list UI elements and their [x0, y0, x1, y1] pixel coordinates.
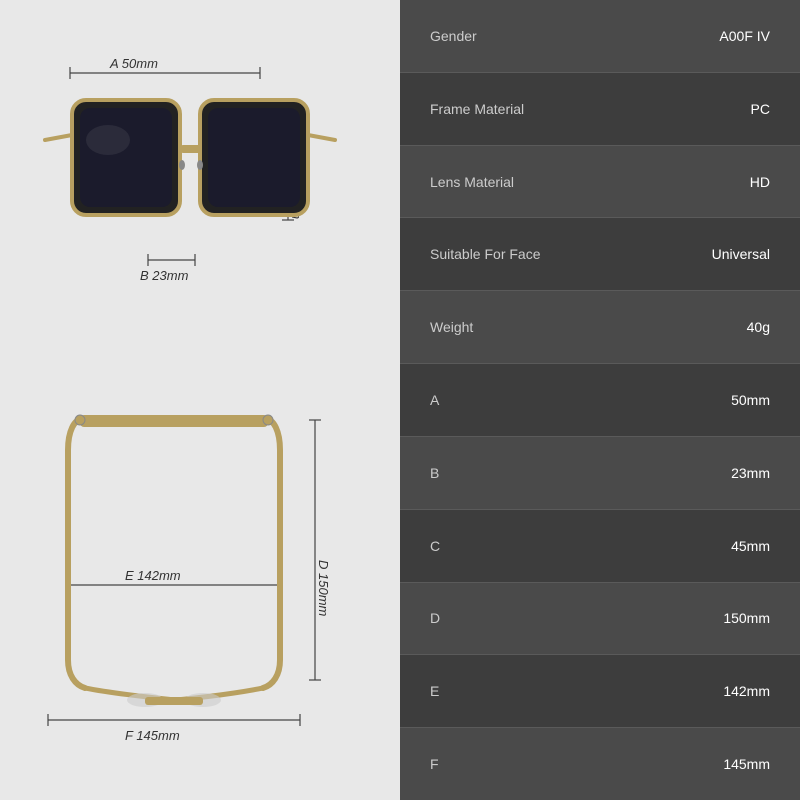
spec-row: Suitable For Face Universal: [400, 218, 800, 291]
spec-value: 45mm: [731, 538, 770, 554]
spec-label: Lens Material: [430, 174, 514, 190]
spec-row: D 150mm: [400, 583, 800, 656]
spec-label: Frame Material: [430, 101, 524, 117]
spec-value: 50mm: [731, 392, 770, 408]
svg-text:F 145mm: F 145mm: [125, 728, 180, 743]
spec-value: 23mm: [731, 465, 770, 481]
left-panel: A 50mm C 45mm B 23mm: [0, 0, 400, 800]
spec-row: Weight 40g: [400, 291, 800, 364]
spec-row: Lens Material HD: [400, 146, 800, 219]
side-view-svg: D 150mm E 142mm F 145mm: [30, 390, 370, 760]
spec-label: E: [430, 683, 439, 699]
spec-value: A00F IV: [719, 28, 770, 44]
spec-row: Gender A00F IV: [400, 0, 800, 73]
side-view-diagram: D 150mm E 142mm F 145mm: [30, 385, 370, 765]
specs-panel: Gender A00F IV Frame Material PC Lens Materi…: [400, 0, 800, 800]
svg-text:B 23mm: B 23mm: [140, 268, 189, 283]
spec-value: 40g: [747, 319, 770, 335]
spec-value: 142mm: [723, 683, 770, 699]
spec-value: PC: [751, 101, 770, 117]
spec-row: Frame Material PC: [400, 73, 800, 146]
spec-label: Gender: [430, 28, 477, 44]
spec-label: Weight: [430, 319, 473, 335]
spec-label: F: [430, 756, 439, 772]
spec-row: F 145mm: [400, 728, 800, 800]
front-view-svg: A 50mm C 45mm B 23mm: [30, 45, 370, 345]
spec-value: 150mm: [723, 610, 770, 626]
svg-text:E 142mm: E 142mm: [125, 568, 181, 583]
spec-value: Universal: [712, 246, 770, 262]
spec-row: B 23mm: [400, 437, 800, 510]
spec-row: A 50mm: [400, 364, 800, 437]
spec-label: Suitable For Face: [430, 246, 541, 262]
spec-label: C: [430, 538, 440, 554]
spec-row: E 142mm: [400, 655, 800, 728]
spec-value: 145mm: [723, 756, 770, 772]
front-view-diagram: A 50mm C 45mm B 23mm: [30, 35, 370, 355]
spec-value: HD: [750, 174, 770, 190]
spec-label: A: [430, 392, 439, 408]
svg-text:D 150mm: D 150mm: [316, 560, 331, 617]
spec-label: D: [430, 610, 440, 626]
svg-text:A 50mm: A 50mm: [109, 56, 158, 71]
spec-row: C 45mm: [400, 510, 800, 583]
spec-label: B: [430, 465, 439, 481]
